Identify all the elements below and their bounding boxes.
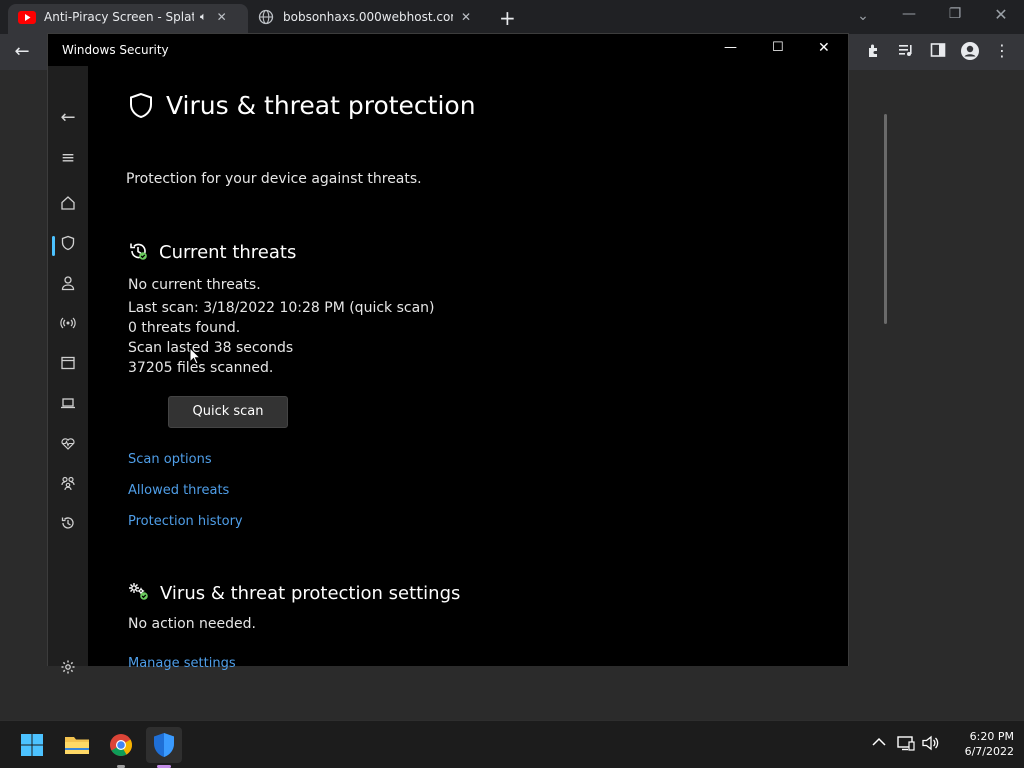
family-options-icon[interactable]: [56, 474, 80, 498]
scan-options-link[interactable]: Scan options: [128, 452, 212, 467]
protection-history-icon[interactable]: [56, 514, 80, 538]
file-explorer-button[interactable]: [59, 727, 95, 763]
windows-security-window: Windows Security — ☐ ✕ ← ≡ Virus & threa…: [47, 33, 887, 674]
settings-gears-icon: [128, 582, 150, 606]
hamburger-menu-icon[interactable]: ≡: [56, 146, 80, 170]
chrome-taskbar-button[interactable]: [103, 727, 139, 768]
defender-shield-icon: [154, 733, 174, 757]
current-threats-icon: [128, 241, 148, 265]
firewall-network-icon[interactable]: [56, 314, 80, 338]
tab-title: bobsonhaxs.000webhost.com: [283, 10, 453, 24]
chrome-restore-icon[interactable]: ❐: [943, 6, 967, 22]
chrome-logo-icon: [110, 734, 132, 756]
threats-found-line: 0 threats found.: [128, 320, 241, 336]
close-tab-icon[interactable]: ✕: [461, 10, 471, 24]
windows-taskbar: 6:20 PM 6/7/2022: [0, 720, 1024, 768]
window-title: Windows Security: [62, 43, 169, 57]
page-subtitle: Protection for your device against threa…: [126, 171, 422, 187]
window-titlebar[interactable]: Windows Security — ☐ ✕: [48, 34, 848, 66]
maximize-button[interactable]: ☐: [772, 40, 784, 55]
protection-history-link[interactable]: Protection history: [128, 514, 243, 529]
browser-tab-webhost[interactable]: bobsonhaxs.000webhost.com ✕: [258, 0, 480, 34]
volume-icon[interactable]: [921, 735, 941, 755]
minimize-button[interactable]: —: [724, 40, 737, 55]
settings-status: No action needed.: [128, 616, 256, 632]
clock[interactable]: 6:20 PM 6/7/2022: [948, 729, 1014, 759]
chrome-close-icon[interactable]: ✕: [989, 5, 1013, 24]
extensions-icon[interactable]: [862, 42, 886, 62]
side-panel-icon[interactable]: [926, 42, 950, 62]
speaker-icon[interactable]: 🔈︎: [200, 10, 207, 24]
allowed-threats-link[interactable]: Allowed threats: [128, 483, 229, 498]
current-threats-heading: Current threats: [159, 242, 297, 263]
protection-settings-heading: Virus & threat protection settings: [160, 583, 461, 604]
back-icon[interactable]: ←: [56, 106, 80, 130]
new-tab-button[interactable]: +: [499, 6, 516, 30]
device-health-heart-icon[interactable]: [56, 434, 80, 458]
app-browser-control-icon[interactable]: [56, 354, 80, 378]
scan-duration-line: Scan lasted 38 seconds: [128, 340, 294, 356]
navigation-sidebar: ← ≡: [48, 66, 88, 674]
show-hidden-icons-chevron-icon[interactable]: [869, 735, 889, 751]
folder-icon: [65, 737, 89, 754]
youtube-icon: [18, 10, 36, 24]
chrome-minimize-icon[interactable]: —: [897, 6, 921, 22]
back-arrow-icon[interactable]: ←: [10, 41, 34, 62]
windows-logo-icon: [21, 734, 43, 756]
chrome-menu-icon[interactable]: ⋮: [990, 41, 1014, 60]
main-content: Virus & threat protection Protection for…: [88, 66, 887, 671]
close-button[interactable]: ✕: [818, 40, 830, 56]
start-button[interactable]: [14, 727, 50, 763]
account-person-icon[interactable]: [56, 274, 80, 298]
nav-selection-indicator: [52, 236, 55, 256]
last-scan-line: Last scan: 3/18/2022 10:28 PM (quick sca…: [128, 300, 435, 316]
globe-icon: [258, 9, 274, 25]
profile-avatar-icon[interactable]: [958, 41, 982, 65]
windows-security-taskbar-button[interactable]: [146, 727, 182, 768]
mouse-cursor-icon: [189, 346, 202, 369]
quick-scan-button[interactable]: Quick scan: [168, 396, 288, 428]
tab-title: Anti-Piracy Screen - Splatoon: [44, 10, 194, 24]
tab-search-chevron-icon[interactable]: ⌄: [851, 8, 875, 24]
browser-tab-youtube[interactable]: Anti-Piracy Screen - Splatoon 🔈︎ ✕: [18, 0, 246, 34]
settings-gear-icon[interactable]: [56, 658, 80, 682]
browser-tab-strip: Anti-Piracy Screen - Splatoon 🔈︎ ✕ bobso…: [0, 0, 1024, 34]
home-icon[interactable]: [56, 194, 80, 218]
vertical-scrollbar[interactable]: [884, 114, 887, 324]
network-display-icon[interactable]: [896, 735, 916, 755]
shield-icon[interactable]: [56, 234, 80, 258]
close-tab-icon[interactable]: ✕: [217, 10, 227, 24]
clock-date: 6/7/2022: [964, 745, 1014, 758]
threat-status-line: No current threats.: [128, 277, 261, 293]
manage-settings-link[interactable]: Manage settings: [128, 656, 236, 671]
device-security-laptop-icon[interactable]: [56, 394, 80, 418]
clock-time: 6:20 PM: [969, 730, 1014, 743]
page-shield-icon: [128, 92, 154, 124]
page-title: Virus & threat protection: [166, 91, 476, 120]
media-queue-icon[interactable]: [894, 42, 918, 62]
